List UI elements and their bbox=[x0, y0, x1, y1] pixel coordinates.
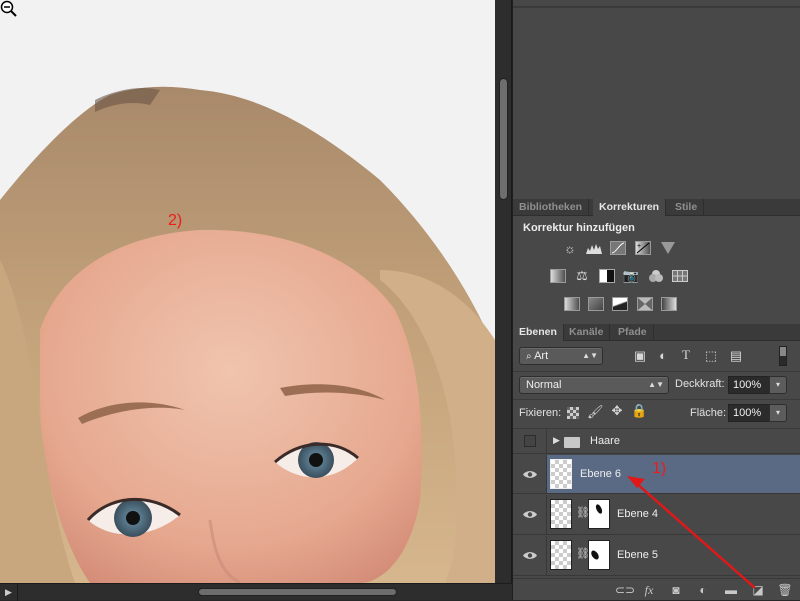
zoom-out-icon bbox=[0, 0, 17, 17]
gradient-map-icon[interactable] bbox=[661, 297, 677, 311]
tab-kanaele[interactable]: Kanäle bbox=[563, 324, 611, 341]
vibrance-icon[interactable] bbox=[660, 241, 676, 255]
annotation-1: 1) bbox=[652, 460, 667, 477]
folder-icon bbox=[564, 437, 580, 448]
tab-pfade[interactable]: Pfade bbox=[612, 324, 654, 341]
fill-label: Fläche: bbox=[690, 407, 727, 419]
layer-thumbnail bbox=[550, 540, 572, 570]
add-adjustment-title: Korrektur hinzufügen bbox=[523, 222, 635, 234]
lock-all-icon[interactable]: 🔒 bbox=[631, 403, 647, 419]
filter-toggle[interactable] bbox=[779, 346, 787, 366]
play-icon[interactable]: ▶ bbox=[0, 584, 18, 601]
layer-row-ebene-4[interactable]: ⛓ Ebene 4 bbox=[513, 495, 800, 535]
visibility-toggle[interactable] bbox=[513, 536, 547, 575]
invert-icon[interactable] bbox=[564, 297, 580, 311]
annotation-2: 2) bbox=[168, 212, 183, 229]
layer-thumbnail bbox=[550, 499, 572, 529]
levels-icon[interactable] bbox=[586, 241, 602, 255]
fill-field[interactable]: 100% bbox=[728, 404, 770, 422]
layer-thumbnail bbox=[550, 459, 572, 489]
layers-bottom-toolbar: ⊂⊃ fx ◙ ◐ ▬ ◪ 🗑 bbox=[513, 578, 800, 600]
layer-mask-thumbnail[interactable] bbox=[588, 540, 610, 570]
add-mask-icon[interactable]: ◙ bbox=[668, 583, 684, 597]
adjustments-tabbar: Bibliotheken Korrekturen Stile bbox=[513, 199, 800, 216]
type-filter-icon[interactable]: T bbox=[678, 347, 694, 363]
new-layer-icon[interactable]: ◪ bbox=[750, 583, 766, 597]
black-white-icon[interactable] bbox=[599, 269, 615, 283]
layer-name: Ebene 4 bbox=[617, 508, 658, 520]
shape-filter-icon[interactable]: ⬚ bbox=[703, 348, 719, 364]
opacity-label: Deckkraft: bbox=[675, 378, 725, 390]
document-canvas[interactable]: 2) bbox=[0, 0, 495, 583]
color-balance-icon[interactable]: ⚖ bbox=[574, 268, 590, 283]
horizontal-scrollbar[interactable]: ▶ bbox=[0, 583, 512, 601]
separator bbox=[513, 399, 800, 400]
tab-bibliotheken[interactable]: Bibliotheken bbox=[513, 199, 590, 216]
photo-filter-icon[interactable]: 📷 bbox=[623, 268, 639, 283]
new-adjustment-icon[interactable]: ◐ bbox=[695, 583, 711, 597]
layer-row-haare[interactable]: ▶ Haare bbox=[513, 429, 800, 454]
eye-icon bbox=[523, 552, 537, 559]
layers-tabbar: Ebenen Kanäle Pfade bbox=[513, 324, 800, 341]
blend-mode-select[interactable]: Normal ▲▼ bbox=[519, 376, 669, 394]
photo-portrait bbox=[0, 0, 495, 583]
fx-icon[interactable]: fx bbox=[641, 583, 657, 597]
exposure-icon[interactable]: + bbox=[635, 241, 651, 255]
threshold-icon[interactable] bbox=[612, 297, 628, 311]
tab-stile[interactable]: Stile bbox=[669, 199, 705, 216]
channel-mixer-icon[interactable] bbox=[648, 269, 664, 283]
color-lookup-icon[interactable] bbox=[672, 269, 688, 283]
panel-top-strip bbox=[513, 0, 800, 8]
posterize-icon[interactable] bbox=[588, 297, 604, 311]
smart-object-filter-icon[interactable]: ▤ bbox=[728, 348, 744, 364]
lock-position-icon[interactable]: ✥ bbox=[609, 403, 625, 419]
select-arrows-icon: ▲▼ bbox=[582, 351, 598, 360]
tab-korrekturen[interactable]: Korrekturen bbox=[593, 199, 667, 216]
horizontal-scroll-thumb[interactable] bbox=[198, 588, 397, 596]
brightness-contrast-icon[interactable]: ☼ bbox=[562, 241, 578, 256]
blend-mode-value: Normal bbox=[526, 379, 562, 391]
visibility-toggle[interactable] bbox=[513, 429, 547, 453]
opacity-field[interactable]: 100% bbox=[728, 376, 770, 394]
layer-row-ebene-6[interactable]: Ebene 6 1) bbox=[513, 455, 800, 494]
lock-pixels-brush-icon[interactable]: 🖌 bbox=[587, 404, 604, 420]
fill-dropdown[interactable]: ▾ bbox=[769, 404, 787, 422]
empty-panel-area bbox=[513, 10, 800, 196]
layer-name: Ebene 5 bbox=[617, 549, 658, 561]
eye-icon bbox=[523, 511, 537, 518]
lock-label: Fixieren: bbox=[519, 407, 562, 419]
link-chain-icon[interactable]: ⛓ bbox=[576, 547, 590, 563]
vertical-scrollbar[interactable] bbox=[495, 0, 512, 583]
layer-name: Haare bbox=[590, 435, 620, 447]
search-icon: ⌕ bbox=[526, 351, 532, 362]
new-group-icon[interactable]: ▬ bbox=[723, 583, 739, 597]
right-panel-dock: Bibliotheken Korrekturen Stile Korrektur… bbox=[512, 0, 800, 600]
visibility-off-box[interactable] bbox=[524, 435, 536, 447]
vertical-scroll-thumb[interactable] bbox=[499, 78, 508, 200]
eye-icon bbox=[523, 471, 537, 478]
pixel-filter-icon[interactable]: ▣ bbox=[632, 348, 648, 364]
filter-kind-value: Art bbox=[534, 350, 549, 362]
tab-ebenen[interactable]: Ebenen bbox=[513, 324, 564, 341]
opacity-dropdown[interactable]: ▾ bbox=[769, 376, 787, 394]
delete-icon[interactable]: 🗑 bbox=[777, 583, 793, 597]
visibility-toggle[interactable] bbox=[513, 495, 547, 534]
expand-group-icon[interactable]: ▶ bbox=[553, 435, 560, 446]
select-arrows-icon: ▲▼ bbox=[648, 380, 664, 389]
separator bbox=[513, 371, 800, 372]
layer-mask-thumbnail[interactable] bbox=[588, 499, 610, 529]
filter-kind-select[interactable]: ⌕ Art ▲▼ bbox=[519, 347, 603, 365]
hue-saturation-icon[interactable] bbox=[550, 269, 566, 283]
link-layers-icon[interactable]: ⊂⊃ bbox=[615, 583, 635, 597]
layer-row-ebene-5[interactable]: ⛓ Ebene 5 bbox=[513, 536, 800, 576]
svg-text:+: + bbox=[637, 243, 641, 250]
layer-name: Ebene 6 bbox=[580, 468, 621, 480]
selective-color-icon[interactable] bbox=[637, 297, 653, 311]
lock-transparency-icon[interactable] bbox=[567, 407, 579, 419]
visibility-toggle[interactable] bbox=[513, 455, 547, 493]
link-chain-icon[interactable]: ⛓ bbox=[576, 506, 590, 522]
adjustment-filter-icon[interactable]: ◐ bbox=[655, 348, 671, 363]
curves-icon[interactable] bbox=[610, 241, 626, 255]
